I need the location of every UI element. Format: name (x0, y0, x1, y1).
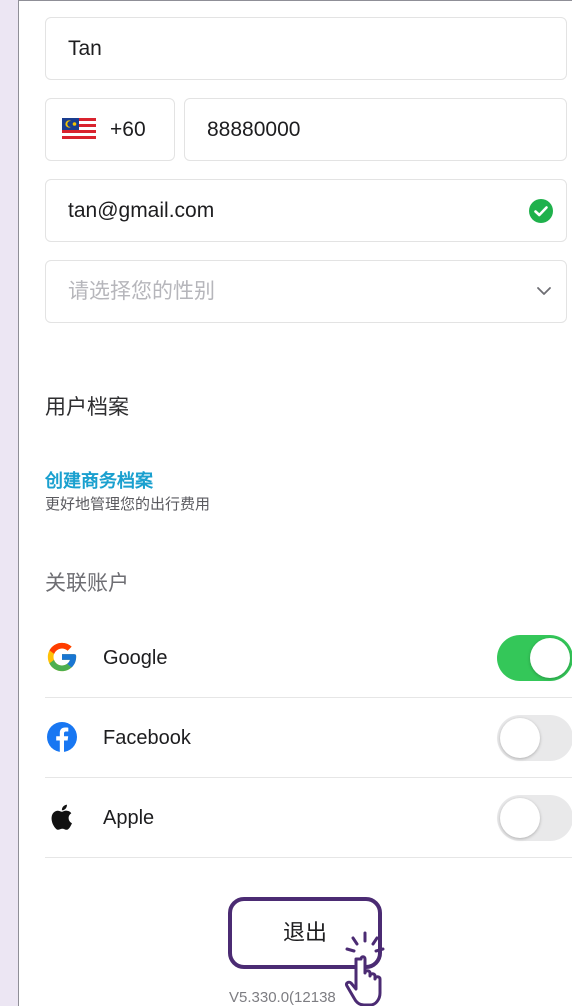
gender-select[interactable]: 请选择您的性别 (45, 260, 567, 323)
check-circle-icon (529, 199, 553, 223)
facebook-icon (47, 722, 77, 752)
app-screen: Tan +60 88880000 tan@gmail.com 请选择您的性别 用… (18, 0, 572, 1006)
email-field[interactable]: tan@gmail.com (45, 179, 567, 242)
name-value: Tan (68, 37, 102, 60)
dial-code: +60 (110, 118, 146, 141)
name-field[interactable]: Tan (45, 17, 567, 80)
app-version: V5.330.0(12138 (229, 989, 336, 1006)
create-business-profile-subtitle: 更好地管理您的出行费用 (45, 496, 211, 513)
toggle-knob (530, 638, 570, 678)
toggle-knob (500, 718, 540, 758)
country-code-selector[interactable]: +60 (45, 98, 175, 161)
phone-number-field[interactable]: 88880000 (184, 98, 567, 161)
create-business-profile-link[interactable]: 创建商务档案 (45, 467, 153, 493)
email-value: tan@gmail.com (68, 199, 215, 222)
chevron-down-icon (537, 287, 551, 295)
apple-icon (51, 804, 72, 830)
linked-accounts-title: 关联账户 (45, 572, 129, 595)
apple-toggle[interactable] (497, 795, 572, 841)
facebook-label: Facebook (103, 727, 191, 749)
google-toggle[interactable] (497, 635, 572, 681)
facebook-toggle[interactable] (497, 715, 572, 761)
tap-hand-icon (345, 931, 385, 1006)
linked-account-apple: Apple (45, 778, 572, 858)
google-label: Google (103, 647, 168, 669)
google-icon (47, 642, 77, 672)
linked-account-google: Google (45, 618, 572, 698)
malaysia-flag-icon (62, 118, 96, 142)
phone-value: 88880000 (207, 118, 301, 141)
gender-placeholder: 请选择您的性别 (68, 280, 215, 303)
linked-account-facebook: Facebook (45, 698, 572, 778)
toggle-knob (500, 798, 540, 838)
apple-label: Apple (103, 807, 155, 829)
profile-section-title: 用户档案 (45, 396, 129, 419)
